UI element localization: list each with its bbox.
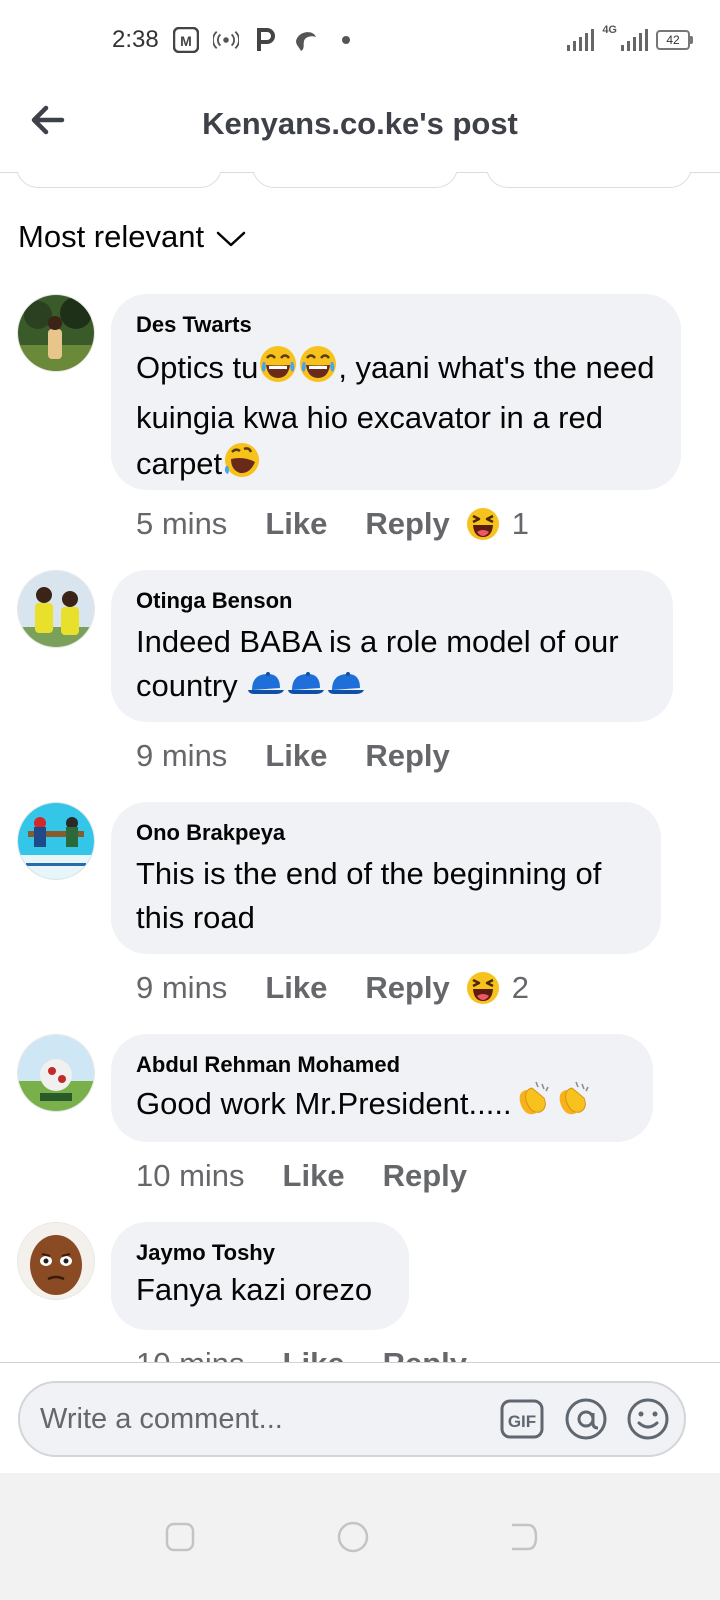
battery-level: 42 [666, 33, 680, 47]
reply-button[interactable]: Reply [365, 970, 449, 1006]
comment-time[interactable]: 9 mins [136, 738, 227, 774]
comment-author[interactable]: Otinga Benson [136, 586, 647, 616]
comment-time[interactable]: 10 mins [136, 1158, 245, 1194]
reaction-summary[interactable]: 1 [466, 506, 529, 542]
blue-cap-emoji-icon [286, 666, 326, 710]
comment-text: Optics tu, yaani what's the need kuingia… [136, 344, 655, 492]
comment-bubble[interactable]: Des Twarts Optics tu, yaani what's the n… [111, 294, 681, 490]
page-title: Kenyans.co.ke's post [202, 106, 518, 141]
avatar[interactable] [17, 1034, 95, 1112]
rolling-laugh-emoji-icon [222, 440, 262, 492]
comment-bubble[interactable]: Abdul Rehman Mohamed Good work Mr.Presid… [111, 1034, 653, 1142]
laugh-tears-emoji-icon [298, 344, 338, 396]
app-m-icon: M [172, 27, 199, 53]
gif-button[interactable]: GIF [500, 1397, 544, 1441]
comment-text-part: Indeed BABA is a role model of our count… [136, 624, 619, 703]
comment-time[interactable]: 9 mins [136, 970, 227, 1006]
gif-icon: GIF [500, 1399, 544, 1439]
comment-author[interactable]: Ono Brakpeya [136, 818, 635, 848]
smiley-icon [627, 1398, 669, 1440]
comment-text: This is the end of the beginning of this… [136, 856, 602, 935]
reaction-filter-chips [0, 172, 720, 190]
comment-input[interactable]: Write a comment... GIF [18, 1381, 686, 1457]
comment-text: Fanya kazi orezo [136, 1272, 373, 1307]
reply-button[interactable]: Reply [365, 506, 449, 542]
emoji-button[interactable] [626, 1397, 670, 1441]
shell-icon [293, 27, 319, 53]
back-nav-button[interactable] [508, 1521, 540, 1553]
system-nav-bar [0, 1473, 720, 1600]
haha-reaction-icon [466, 972, 499, 1004]
filter-chip[interactable] [16, 172, 222, 188]
blue-cap-emoji-icon [326, 666, 366, 710]
battery-icon: 42 [656, 30, 693, 50]
comment-time[interactable]: 5 mins [136, 506, 227, 542]
reaction-summary[interactable]: 2 [466, 970, 529, 1006]
comment-text-part: Optics tu [136, 350, 259, 386]
sort-label: Most relevant [18, 219, 205, 254]
comment-text-part: Good work Mr.President..... [136, 1086, 512, 1122]
comment-author[interactable]: Des Twarts [136, 310, 655, 340]
at-sign-icon [565, 1398, 607, 1440]
recents-button[interactable] [164, 1521, 196, 1553]
post-header: Kenyans.co.ke's post [0, 80, 720, 173]
comment-bubble[interactable]: Jaymo Toshy Fanya kazi orezo [111, 1222, 409, 1330]
avatar[interactable] [17, 294, 95, 372]
signal-2-icon [621, 29, 648, 51]
status-left: 2:38 M [112, 24, 359, 56]
like-button[interactable]: Like [283, 1158, 345, 1194]
network-type-label: 4G [602, 24, 617, 36]
comment-actions: 9 mins Like Reply 2 [136, 968, 529, 1008]
home-button[interactable] [337, 1521, 369, 1553]
comment-actions: 9 mins Like Reply [136, 736, 488, 776]
comment-placeholder: Write a comment... [40, 1403, 283, 1435]
blue-cap-emoji-icon [246, 666, 286, 710]
status-bar: 2:38 M 4G 42 [0, 0, 720, 80]
avatar[interactable] [17, 802, 95, 880]
comment-bubble[interactable]: Otinga Benson Indeed BABA is a role mode… [111, 570, 673, 722]
sort-dropdown[interactable]: Most relevant [18, 214, 246, 260]
haha-reaction-icon [466, 508, 499, 540]
svg-text:GIF: GIF [508, 1412, 536, 1431]
comment-text: Good work Mr.President..... [136, 1080, 627, 1132]
signal-icon [567, 29, 595, 51]
like-button[interactable]: Like [265, 506, 327, 542]
comment-author[interactable]: Abdul Rehman Mohamed [136, 1050, 627, 1080]
status-right: 4G 42 [567, 24, 693, 56]
avatar[interactable] [17, 570, 95, 648]
back-nav-icon [512, 1523, 538, 1551]
clapping-hands-emoji-icon [552, 1080, 592, 1132]
mention-button[interactable] [564, 1397, 608, 1441]
chevron-down-icon [216, 231, 246, 247]
reaction-count: 1 [511, 506, 530, 541]
comment-actions: 10 mins Like Reply [136, 1156, 505, 1196]
like-button[interactable]: Like [265, 970, 327, 1006]
comment-actions: 5 mins Like Reply 1 [136, 504, 529, 544]
avatar[interactable] [17, 1222, 95, 1300]
clapping-hands-emoji-icon [512, 1080, 552, 1132]
reply-button[interactable]: Reply [365, 738, 449, 774]
home-circle-icon [337, 1521, 369, 1553]
recents-icon [165, 1522, 195, 1552]
comment-bubble[interactable]: Ono Brakpeya This is the end of the begi… [111, 802, 661, 954]
filter-chip[interactable] [486, 172, 692, 188]
reply-button[interactable]: Reply [383, 1158, 467, 1194]
parking-p-icon [253, 27, 279, 53]
dot-icon [333, 27, 359, 53]
filter-chip[interactable] [252, 172, 458, 188]
laugh-tears-emoji-icon [258, 344, 298, 396]
reaction-count: 2 [511, 970, 530, 1005]
status-time: 2:38 [112, 26, 159, 53]
comment-text: Indeed BABA is a role model of our count… [136, 620, 647, 710]
svg-text:M: M [180, 33, 192, 49]
hotspot-icon [212, 27, 239, 53]
comment-author[interactable]: Jaymo Toshy [136, 1238, 383, 1268]
like-button[interactable]: Like [265, 738, 327, 774]
